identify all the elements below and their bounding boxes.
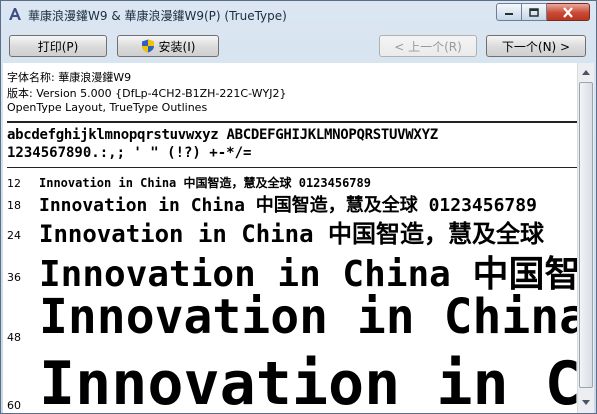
font-preview-area[interactable]: 字体名称: 華康浪漫鑵W9 版本: Version 5.000 {DfLp-4C… bbox=[3, 63, 577, 413]
previous-button[interactable]: < 上一个(R) bbox=[379, 35, 477, 57]
print-button[interactable]: 打印(P) bbox=[9, 35, 107, 57]
font-version-line: 版本: Version 5.000 {DfLp-4CH2-B1ZH-221C-W… bbox=[7, 87, 287, 100]
separator bbox=[7, 121, 577, 123]
scroll-thumb[interactable] bbox=[579, 82, 593, 388]
separator bbox=[7, 167, 577, 168]
maximize-button[interactable] bbox=[522, 3, 547, 21]
size-label: 18 bbox=[7, 199, 21, 212]
sample-text: Innovation in China 中国智造，慧及全球 bbox=[39, 220, 544, 248]
install-button[interactable]: 安装(I) bbox=[117, 35, 219, 57]
arrow-down-icon bbox=[582, 400, 590, 405]
sample-text: Innovation in China bbox=[39, 289, 577, 345]
scroll-down-button[interactable] bbox=[578, 394, 594, 411]
charset-line-1: abcdefghijklmnopqrstuvwxyz ABCDEFGHIJKLM… bbox=[7, 127, 438, 143]
next-button-label: 下一个(N) > bbox=[501, 39, 571, 54]
scroll-up-button[interactable] bbox=[578, 64, 594, 81]
charset-line-2: 1234567890.:,; ' " (!?) +-*/= bbox=[7, 145, 252, 161]
minimize-button[interactable] bbox=[496, 3, 522, 21]
size-label: 36 bbox=[7, 271, 21, 284]
font-format-line: OpenType Layout, TrueType Outlines bbox=[7, 101, 208, 114]
minimize-icon bbox=[505, 13, 513, 15]
uac-shield-icon bbox=[141, 39, 154, 53]
window-controls bbox=[496, 3, 590, 23]
size-label: 24 bbox=[7, 229, 21, 242]
size-label: 12 bbox=[7, 177, 21, 190]
size-label: 48 bbox=[7, 331, 21, 344]
install-button-label: 安装(I) bbox=[158, 39, 196, 54]
sample-text: Innovation in China 中国智造，慧及全球 0123456789 bbox=[39, 176, 371, 190]
close-button[interactable] bbox=[547, 3, 590, 21]
font-viewer-window: 華康浪漫鑵W9 & 華康浪漫鑵W9(P) (TrueType) 打印(P) 安装… bbox=[0, 0, 597, 414]
font-file-icon bbox=[9, 8, 21, 20]
sample-text: Innovation in China bbox=[39, 349, 577, 413]
print-button-label: 打印(P) bbox=[37, 39, 79, 54]
size-label: 60 bbox=[7, 399, 21, 412]
toolbar: 打印(P) 安装(I) < 上一个(R) 下一个(N) > bbox=[1, 29, 596, 63]
maximize-icon bbox=[529, 7, 539, 17]
close-icon bbox=[563, 6, 573, 18]
title-bar[interactable]: 華康浪漫鑵W9 & 華康浪漫鑵W9(P) (TrueType) bbox=[1, 1, 596, 29]
next-button[interactable]: 下一个(N) > bbox=[486, 35, 586, 57]
font-name-line: 字体名称: 華康浪漫鑵W9 bbox=[7, 71, 132, 84]
vertical-scrollbar[interactable] bbox=[577, 63, 594, 413]
arrow-up-icon bbox=[582, 70, 590, 75]
window-title: 華康浪漫鑵W9 & 華康浪漫鑵W9(P) (TrueType) bbox=[28, 9, 287, 23]
previous-button-label: < 上一个(R) bbox=[394, 39, 462, 54]
